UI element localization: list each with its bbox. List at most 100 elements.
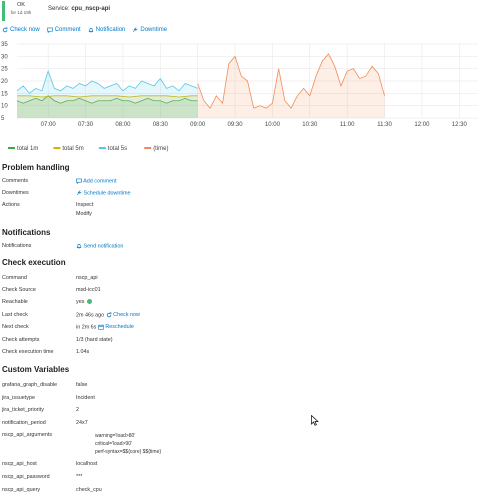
notification-action[interactable]: Notification: [88, 25, 126, 34]
refresh-icon: [2, 27, 8, 32]
custom-var-value: 2: [76, 407, 79, 413]
x-tick-label: 10:00: [265, 122, 281, 128]
last-check-time: 2m 46s ago: [76, 312, 105, 319]
bell-icon: [88, 27, 94, 32]
check-now-label: Check now: [10, 26, 40, 33]
x-tick-label: 12:00: [414, 122, 430, 128]
custom-var-key: nscp_api_query: [2, 487, 41, 493]
custom-var-key: nscp_api_arguments: [2, 432, 53, 438]
x-tick-label: 08:30: [153, 122, 169, 128]
reschedule-link[interactable]: Reschedule: [98, 324, 134, 330]
custom-var-key: jira_ticket_priority: [2, 407, 44, 413]
check-execution-heading: Check execution: [2, 258, 66, 267]
reachable-status-dot: [86, 299, 92, 305]
reachable-text: yes: [76, 299, 85, 305]
next-check-value: in 2m 6s Reschedule: [76, 324, 134, 330]
custom-var-value: ***: [76, 474, 83, 480]
y-tick-label: 30: [1, 54, 8, 60]
check-now-link-label: Check now: [113, 312, 140, 319]
modify-link[interactable]: Modify: [76, 211, 92, 217]
x-tick-label: 11:00: [340, 122, 355, 128]
bell-icon: [76, 243, 82, 249]
legend-label: total 1m: [17, 146, 38, 152]
custom-var-value: localhost: [76, 461, 98, 467]
command-label: Command: [2, 275, 27, 281]
last-check-value: 2m 46s ago Check now: [76, 312, 140, 318]
check-source-value: msd-icc01: [76, 287, 101, 293]
x-tick-label: 09:30: [228, 122, 244, 128]
downtime-action[interactable]: Downtime: [132, 25, 167, 34]
x-tick-label: 07:30: [78, 122, 94, 128]
custom-var-key: nscp_api_password: [2, 474, 50, 480]
last-check-label: Last check: [2, 312, 28, 318]
y-tick-label: 10: [1, 104, 8, 110]
custom-var-key: nscp_api_host: [2, 461, 37, 467]
argument-line: perf-syntax=$${core} $${time}: [95, 449, 162, 455]
next-check-label: Next check: [2, 324, 29, 330]
custom-var-key: jira_issuetype: [2, 395, 35, 401]
x-tick-label: 09:00: [190, 122, 206, 128]
action-bar: Check now Comment Notification Downtime: [2, 25, 167, 34]
send-notification-label: Send notification: [83, 243, 124, 250]
argument-line: critical='load>90': [95, 441, 132, 447]
state-indicator: [2, 1, 5, 21]
refresh-icon: [106, 312, 112, 318]
performance-chart[interactable]: 35 30 25 20 15 10 5 07:00 07:30 08:00 08:30 09:00 09…: [0, 38, 479, 156]
actions-label: Actions: [2, 202, 20, 208]
custom-var-value: 24x7: [76, 420, 88, 426]
custom-var-value: check_cpu: [76, 487, 102, 493]
send-notification-link[interactable]: Send notification: [76, 243, 123, 249]
check-source-label: Check Source: [2, 287, 36, 293]
downtime-label: Downtime: [140, 26, 168, 33]
legend-label: total 5s: [108, 146, 127, 152]
custom-var-value: false: [76, 382, 88, 388]
nscp-api-arguments-value: warning='load>80' critical='load>90' per…: [95, 432, 161, 456]
inspect-link[interactable]: Inspect: [76, 202, 93, 208]
service-title: Service: cpu_nscp-api: [48, 6, 110, 12]
y-tick-label: 20: [1, 79, 8, 85]
y-tick-label: 25: [1, 67, 8, 73]
custom-var-key: notification_period: [2, 420, 46, 426]
comments-label: Comments: [2, 178, 29, 184]
comment-label: Comment: [54, 26, 81, 33]
y-tick-label: 15: [1, 91, 8, 97]
comment-icon: [76, 178, 82, 184]
add-comment-link[interactable]: Add comment: [76, 178, 116, 184]
service-header: OK for 1d 19h Service: cpu_nscp-api: [0, 0, 479, 22]
command-value: nscp_api: [76, 275, 98, 281]
exec-time-value: 1.04s: [76, 349, 90, 355]
custom-var-key: grafana_graph_disable: [2, 382, 58, 388]
comment-icon: [46, 27, 53, 33]
schedule-downtime-link[interactable]: Schedule downtime: [76, 190, 131, 196]
legend-label: (time): [153, 146, 168, 152]
service-label: Service:: [48, 6, 70, 12]
comment-action[interactable]: Comment: [46, 25, 81, 34]
x-tick-label: 08:00: [115, 122, 131, 128]
y-tick-label: 5: [1, 116, 5, 122]
schedule-downtime-label: Schedule downtime: [83, 190, 131, 197]
series-area: [17, 71, 198, 118]
reachable-label: Reachable: [2, 299, 28, 305]
problem-handling-heading: Problem handling: [2, 163, 70, 172]
y-tick-label: 35: [1, 42, 8, 48]
reschedule-label: Reschedule: [105, 324, 134, 331]
custom-variables-heading: Custom Variables: [2, 365, 70, 374]
state-label: OK: [16, 2, 26, 8]
notifications-label: Notifications: [2, 243, 32, 249]
state-duration: for 1d 19h: [10, 10, 32, 15]
notifications-heading: Notifications: [2, 228, 51, 237]
plug-icon: [76, 190, 82, 196]
legend-label: total 5m: [62, 146, 83, 152]
x-tick-label: 07:00: [41, 122, 57, 128]
check-attempts-value: 1/3 (hard state): [76, 337, 113, 343]
x-tick-label: 12:30: [452, 122, 468, 128]
downtimes-label: Downtimes: [2, 190, 29, 196]
check-now-action[interactable]: Check now: [2, 25, 40, 34]
notification-label: Notification: [95, 26, 126, 33]
calendar-icon: [98, 324, 104, 330]
plug-icon: [133, 26, 139, 32]
x-tick-label: 10:30: [302, 122, 318, 128]
check-now-link[interactable]: Check now: [106, 312, 140, 318]
x-tick-label: 11:30: [377, 122, 392, 128]
exec-time-label: Check execution time: [2, 349, 54, 355]
